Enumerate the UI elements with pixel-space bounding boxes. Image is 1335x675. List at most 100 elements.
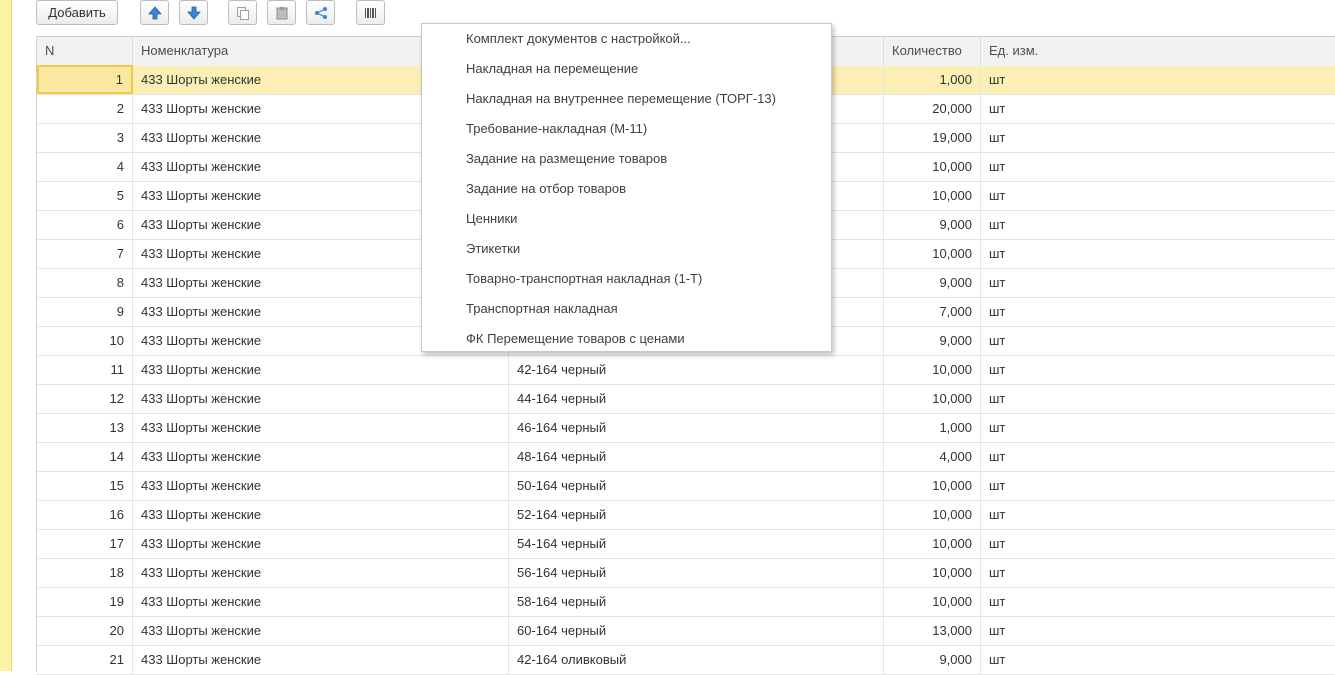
quantity-cell[interactable]: 10,000 <box>884 559 981 587</box>
quantity-cell[interactable]: 10,000 <box>884 588 981 616</box>
unit-cell[interactable]: шт <box>981 211 1335 239</box>
unit-cell[interactable]: шт <box>981 269 1335 297</box>
print-menu-item[interactable]: Накладная на перемещение <box>466 54 638 84</box>
row-number-cell[interactable]: 10 <box>37 327 133 355</box>
print-menu-item[interactable]: Задание на отбор товаров <box>466 174 626 204</box>
nomenclature-cell[interactable]: 433 Шорты женские <box>133 501 509 529</box>
nomenclature-cell[interactable]: 433 Шорты женские <box>133 588 509 616</box>
row-number-cell[interactable]: 17 <box>37 530 133 558</box>
unit-cell[interactable]: шт <box>981 501 1335 529</box>
quantity-cell[interactable]: 10,000 <box>884 530 981 558</box>
nomenclature-cell[interactable]: 433 Шорты женские <box>133 559 509 587</box>
row-number-cell[interactable]: 2 <box>37 95 133 123</box>
row-number-cell[interactable]: 21 <box>37 646 133 674</box>
header-unit[interactable]: Ед. изм. <box>981 37 1335 66</box>
characteristic-cell[interactable]: 50-164 черный <box>509 472 884 500</box>
unit-cell[interactable]: шт <box>981 240 1335 268</box>
move-up-button[interactable] <box>140 0 169 25</box>
print-menu-item[interactable]: Транспортная накладная <box>466 294 618 324</box>
quantity-cell[interactable]: 9,000 <box>884 211 981 239</box>
quantity-cell[interactable]: 1,000 <box>884 66 981 94</box>
quantity-cell[interactable]: 10,000 <box>884 472 981 500</box>
row-number-cell[interactable]: 13 <box>37 414 133 442</box>
quantity-cell[interactable]: 10,000 <box>884 240 981 268</box>
unit-cell[interactable]: шт <box>981 530 1335 558</box>
row-number-cell[interactable]: 18 <box>37 559 133 587</box>
quantity-cell[interactable]: 9,000 <box>884 646 981 674</box>
row-number-cell[interactable]: 12 <box>37 385 133 413</box>
unit-cell[interactable]: шт <box>981 414 1335 442</box>
print-menu-item[interactable]: Ценники <box>466 204 517 234</box>
unit-cell[interactable]: шт <box>981 182 1335 210</box>
nomenclature-cell[interactable]: 433 Шорты женские <box>133 414 509 442</box>
table-row[interactable]: 12 433 Шорты женские 44-164 черный 10,000 шт <box>37 385 1335 414</box>
table-row[interactable]: 16 433 Шорты женские 52-164 черный 10,000 шт <box>37 501 1335 530</box>
move-down-button[interactable] <box>179 0 208 25</box>
quantity-cell[interactable]: 9,000 <box>884 269 981 297</box>
row-number-cell[interactable]: 16 <box>37 501 133 529</box>
quantity-cell[interactable]: 4,000 <box>884 443 981 471</box>
quantity-cell[interactable]: 10,000 <box>884 182 981 210</box>
unit-cell[interactable]: шт <box>981 385 1335 413</box>
share-button[interactable] <box>306 0 335 25</box>
quantity-cell[interactable]: 19,000 <box>884 124 981 152</box>
unit-cell[interactable]: шт <box>981 646 1335 674</box>
paste-button[interactable] <box>267 0 296 25</box>
nomenclature-cell[interactable]: 433 Шорты женские <box>133 443 509 471</box>
unit-cell[interactable]: шт <box>981 327 1335 355</box>
row-number-cell[interactable]: 6 <box>37 211 133 239</box>
unit-cell[interactable]: шт <box>981 356 1335 384</box>
characteristic-cell[interactable]: 48-164 черный <box>509 443 884 471</box>
quantity-cell[interactable]: 10,000 <box>884 501 981 529</box>
row-number-cell[interactable]: 7 <box>37 240 133 268</box>
nomenclature-cell[interactable]: 433 Шорты женские <box>133 356 509 384</box>
characteristic-cell[interactable]: 46-164 черный <box>509 414 884 442</box>
unit-cell[interactable]: шт <box>981 66 1335 94</box>
print-menu-item[interactable]: Товарно-транспортная накладная (1-Т) <box>466 264 702 294</box>
row-number-cell[interactable]: 5 <box>37 182 133 210</box>
add-button[interactable]: Добавить <box>36 0 118 25</box>
table-row[interactable]: 18 433 Шорты женские 56-164 черный 10,000 шт <box>37 559 1335 588</box>
quantity-cell[interactable]: 10,000 <box>884 356 981 384</box>
row-number-cell[interactable]: 8 <box>37 269 133 297</box>
characteristic-cell[interactable]: 42-164 черный <box>509 356 884 384</box>
header-n[interactable]: N <box>37 37 133 66</box>
table-row[interactable]: 19 433 Шорты женские 58-164 черный 10,000 шт <box>37 588 1335 617</box>
quantity-cell[interactable]: 20,000 <box>884 95 981 123</box>
unit-cell[interactable]: шт <box>981 153 1335 181</box>
row-number-cell[interactable]: 4 <box>37 153 133 181</box>
characteristic-cell[interactable]: 44-164 черный <box>509 385 884 413</box>
print-menu-item[interactable]: Комплект документов с настройкой... <box>466 24 691 54</box>
quantity-cell[interactable]: 13,000 <box>884 617 981 645</box>
header-quantity[interactable]: Количество <box>884 37 981 66</box>
row-number-cell[interactable]: 20 <box>37 617 133 645</box>
table-row[interactable]: 17 433 Шорты женские 54-164 черный 10,000 шт <box>37 530 1335 559</box>
unit-cell[interactable]: шт <box>981 617 1335 645</box>
unit-cell[interactable]: шт <box>981 588 1335 616</box>
row-number-cell[interactable]: 1 <box>37 65 133 94</box>
unit-cell[interactable]: шт <box>981 559 1335 587</box>
row-number-cell[interactable]: 3 <box>37 124 133 152</box>
quantity-cell[interactable]: 10,000 <box>884 385 981 413</box>
unit-cell[interactable]: шт <box>981 95 1335 123</box>
nomenclature-cell[interactable]: 433 Шорты женские <box>133 472 509 500</box>
quantity-cell[interactable]: 7,000 <box>884 298 981 326</box>
table-row[interactable]: 14 433 Шорты женские 48-164 черный 4,000 шт <box>37 443 1335 472</box>
print-menu-item[interactable]: Требование-накладная (М-11) <box>466 114 647 144</box>
unit-cell[interactable]: шт <box>981 298 1335 326</box>
unit-cell[interactable]: шт <box>981 124 1335 152</box>
quantity-cell[interactable]: 10,000 <box>884 153 981 181</box>
characteristic-cell[interactable]: 56-164 черный <box>509 559 884 587</box>
barcode-button[interactable] <box>356 0 385 25</box>
unit-cell[interactable]: шт <box>981 472 1335 500</box>
characteristic-cell[interactable]: 60-164 черный <box>509 617 884 645</box>
table-row[interactable]: 11 433 Шорты женские 42-164 черный 10,000 шт <box>37 356 1335 385</box>
table-row[interactable]: 13 433 Шорты женские 46-164 черный 1,000 шт <box>37 414 1335 443</box>
nomenclature-cell[interactable]: 433 Шорты женские <box>133 617 509 645</box>
nomenclature-cell[interactable]: 433 Шорты женские <box>133 530 509 558</box>
row-number-cell[interactable]: 9 <box>37 298 133 326</box>
unit-cell[interactable]: шт <box>981 443 1335 471</box>
characteristic-cell[interactable]: 52-164 черный <box>509 501 884 529</box>
goods-table[interactable]: N Номенклатура Количество Ед. изм. 1 433 … <box>36 23 1335 675</box>
characteristic-cell[interactable]: 42-164 оливковый <box>509 646 884 674</box>
